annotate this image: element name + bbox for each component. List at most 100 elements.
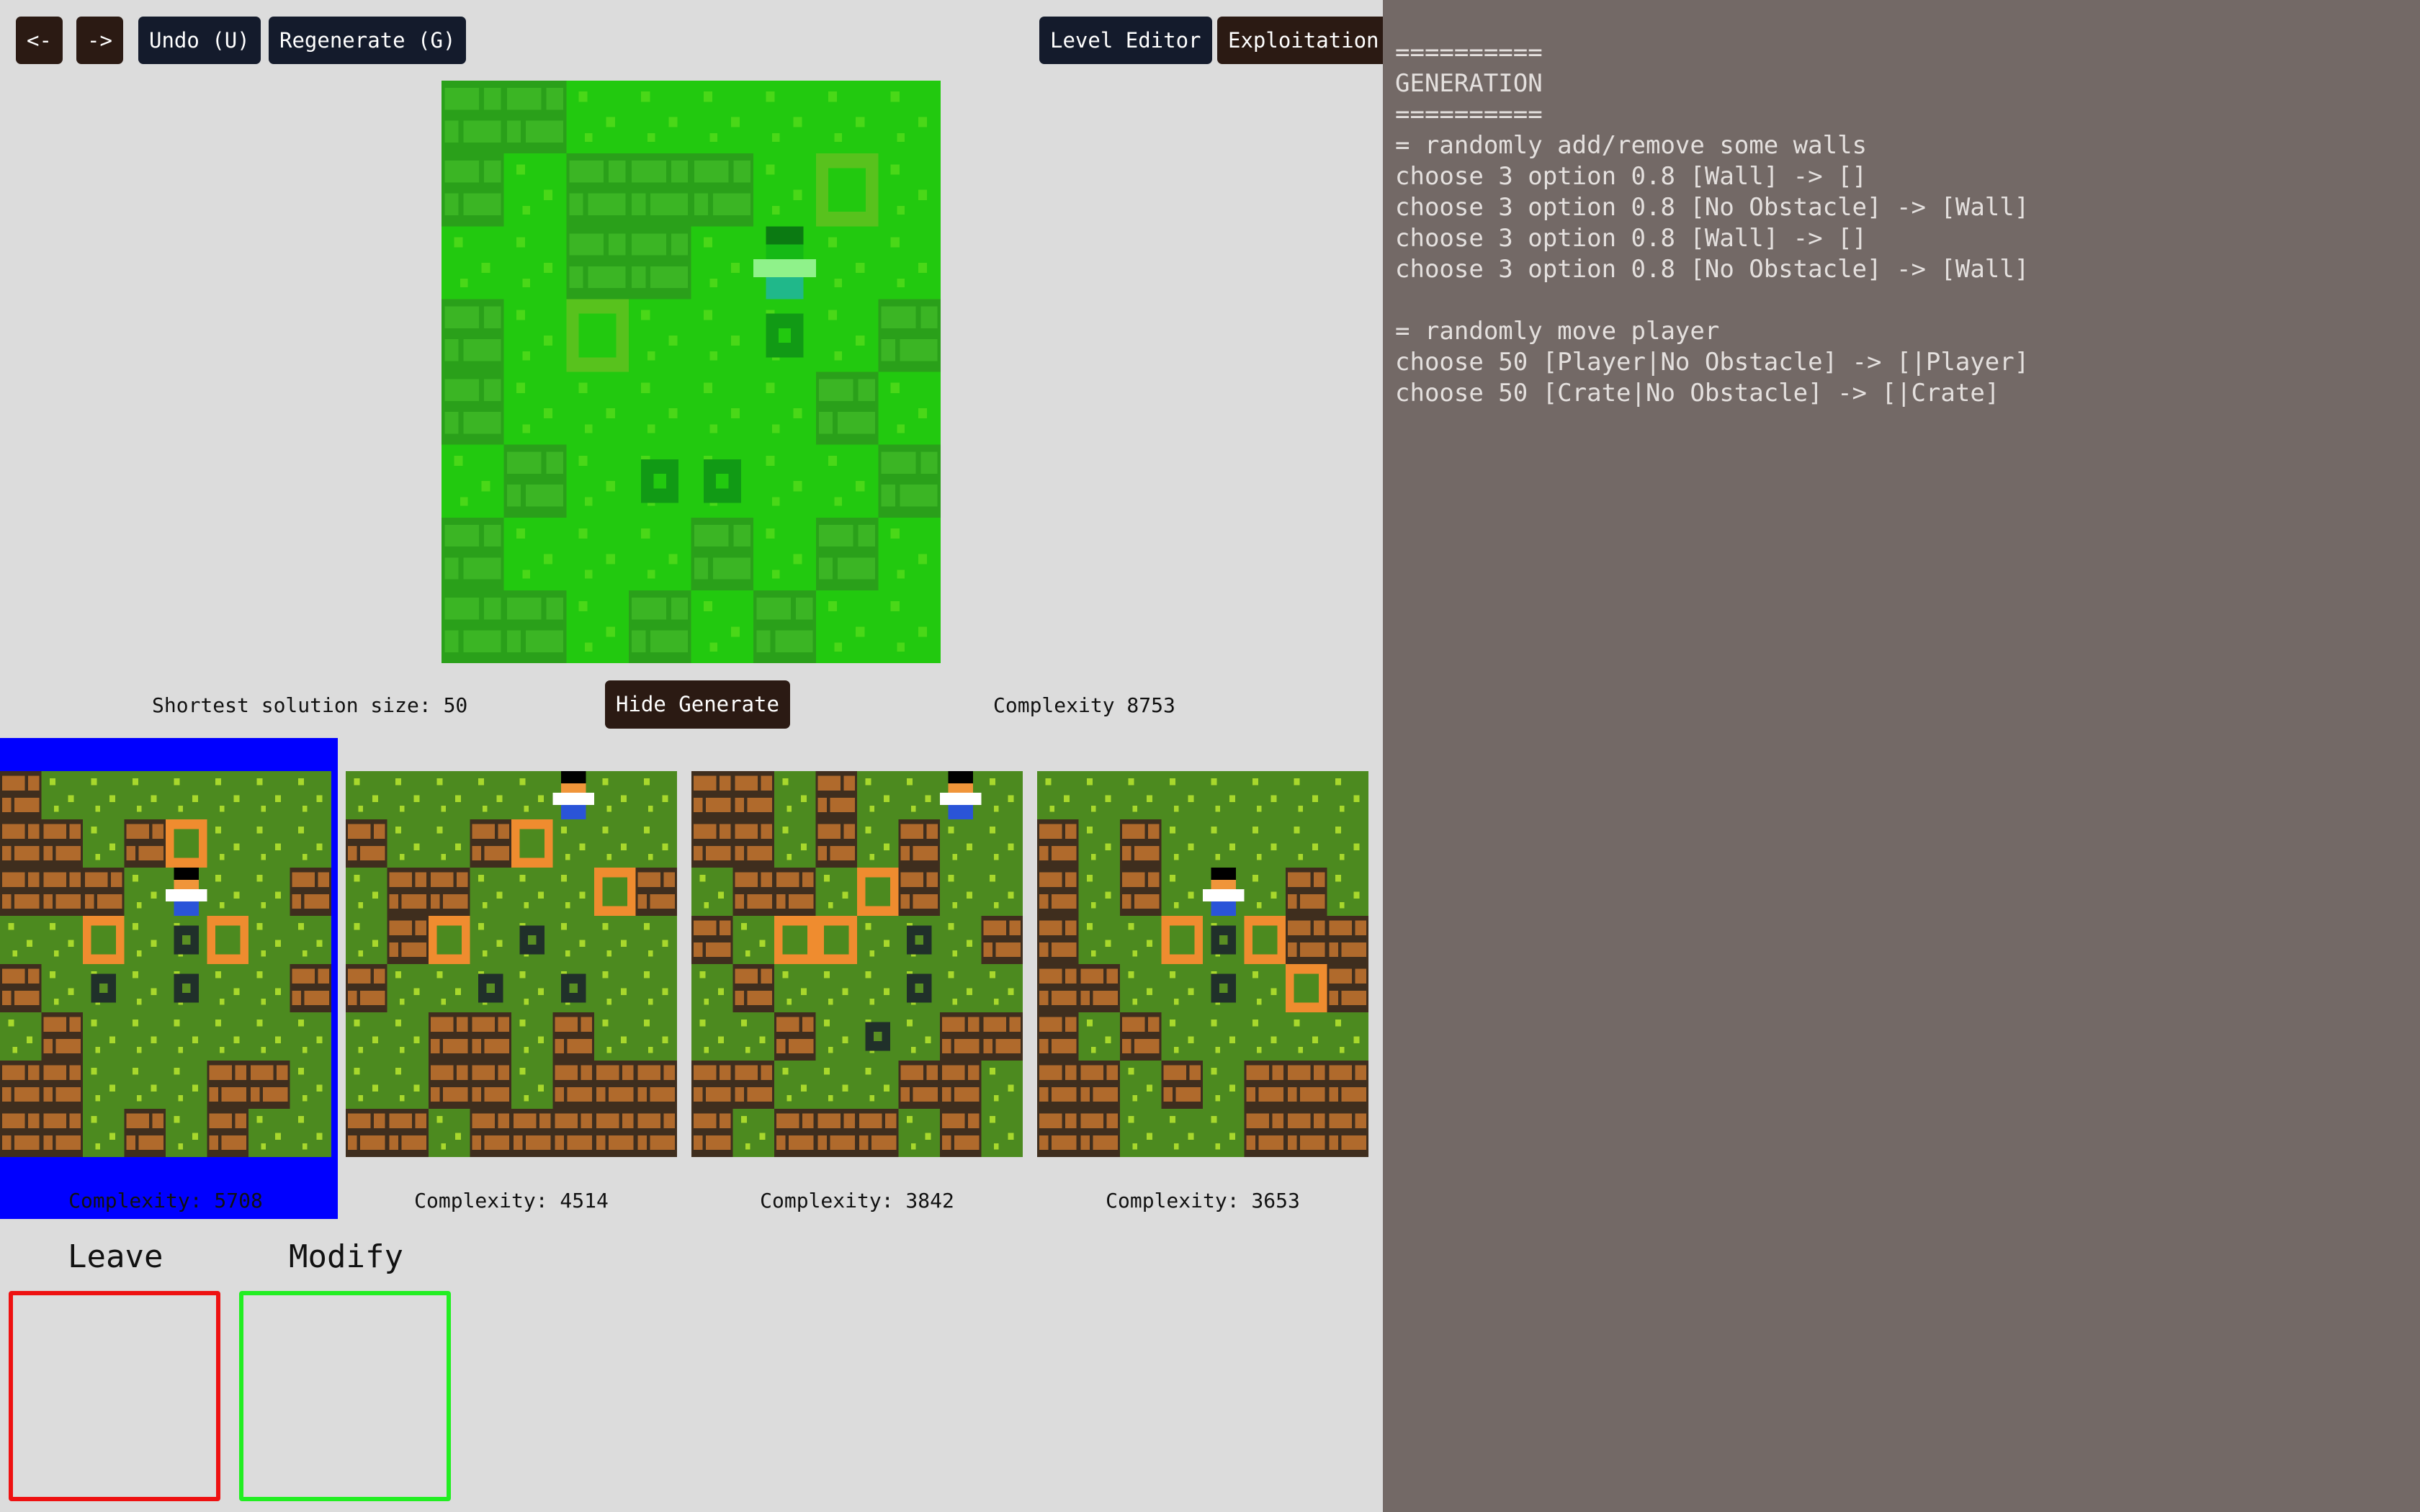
floor-tile xyxy=(691,590,754,663)
floor-tile xyxy=(878,153,941,227)
floor-tile xyxy=(981,819,1023,868)
wall-tile xyxy=(691,771,733,819)
candidate-level-3-board xyxy=(691,771,1023,1157)
wall-tile xyxy=(815,771,857,819)
wall-tile xyxy=(503,444,567,518)
floor-tile xyxy=(815,81,879,154)
wall-tile xyxy=(635,1109,677,1157)
wall-tile xyxy=(1078,964,1120,1012)
wall-tile xyxy=(878,444,941,518)
log-line: = randomly add/remove some walls xyxy=(1395,131,1868,160)
candidate-level-2[interactable] xyxy=(346,771,677,1157)
wall-tile xyxy=(1244,1061,1286,1109)
floor-tile xyxy=(566,81,629,154)
floor-tile xyxy=(207,819,248,868)
floor-tile xyxy=(753,81,816,154)
floor-tile xyxy=(1203,1109,1245,1157)
log-line: choose 3 option 0.8 [Wall] -> [] xyxy=(1395,224,1868,253)
floor-tile xyxy=(290,1012,331,1061)
wall-tile xyxy=(41,868,83,916)
regenerate-button[interactable]: Regenerate (G) xyxy=(269,17,467,64)
wall-tile xyxy=(732,771,774,819)
wall-tile xyxy=(594,1109,636,1157)
floor-tile xyxy=(1120,1109,1162,1157)
crate-target xyxy=(478,973,503,1003)
floor-tile xyxy=(429,819,470,868)
floor-tile xyxy=(857,916,899,964)
exploitation-button[interactable]: Exploitation xyxy=(1217,17,1390,64)
floor-tile xyxy=(1161,964,1203,1012)
wall-tile xyxy=(635,868,677,916)
log-line: ========== xyxy=(1395,100,1543,129)
wall-tile xyxy=(552,1012,594,1061)
candidate-level-4[interactable] xyxy=(1037,771,1368,1157)
floor-tile xyxy=(940,964,982,1012)
wall-tile xyxy=(41,1109,83,1157)
floor-tile xyxy=(628,372,691,445)
floor-tile xyxy=(1078,916,1120,964)
candidate-level-4-board xyxy=(1037,771,1368,1157)
wall-tile xyxy=(552,1109,594,1157)
floor-tile xyxy=(940,819,982,868)
back-button[interactable]: <- xyxy=(16,17,63,64)
floor-tile xyxy=(387,819,429,868)
floor-tile xyxy=(878,590,941,663)
floor-tile xyxy=(442,444,504,518)
wall-tile xyxy=(1037,1061,1079,1109)
modify-drop-zone[interactable] xyxy=(239,1291,451,1501)
wall-tile xyxy=(442,299,504,372)
floor-tile xyxy=(566,517,629,590)
undo-button[interactable]: Undo (U) xyxy=(138,17,261,64)
level-editor-button[interactable]: Level Editor xyxy=(1039,17,1212,64)
shortest-solution-text: Shortest solution size: 50 xyxy=(152,693,468,717)
crate xyxy=(207,916,248,964)
floor-tile xyxy=(166,1109,207,1157)
wall-tile xyxy=(387,1109,429,1157)
floor-tile xyxy=(248,819,290,868)
wall-tile xyxy=(429,868,470,916)
floor-tile xyxy=(1161,1012,1203,1061)
wall-tile xyxy=(628,226,691,300)
floor-tile xyxy=(566,590,629,663)
floor-tile xyxy=(815,964,857,1012)
leave-label: Leave xyxy=(68,1238,163,1275)
floor-tile xyxy=(248,964,290,1012)
forward-button[interactable]: -> xyxy=(76,17,123,64)
floor-tile xyxy=(1244,819,1286,868)
floor-tile xyxy=(124,868,166,916)
wall-tile xyxy=(815,517,879,590)
wall-tile xyxy=(1037,819,1079,868)
floor-tile xyxy=(1078,868,1120,916)
wall-tile xyxy=(1037,1012,1079,1061)
floor-tile xyxy=(83,819,125,868)
wall-tile xyxy=(124,819,166,868)
wall-tile xyxy=(566,226,629,300)
floor-tile xyxy=(207,868,248,916)
wall-tile xyxy=(1037,868,1079,916)
candidate-level-3[interactable] xyxy=(691,771,1023,1157)
crate-target xyxy=(174,925,199,955)
floor-tile xyxy=(552,916,594,964)
wall-tile xyxy=(628,590,691,663)
floor-tile xyxy=(503,517,567,590)
floor-tile xyxy=(1120,1061,1162,1109)
crate xyxy=(774,916,816,964)
crate xyxy=(594,868,636,916)
leave-drop-zone[interactable] xyxy=(9,1291,220,1501)
wall-tile xyxy=(1244,1109,1286,1157)
wall-tile xyxy=(552,1061,594,1109)
floor-tile xyxy=(346,868,387,916)
floor-tile xyxy=(83,1061,125,1109)
floor-tile xyxy=(857,819,899,868)
hide-generate-button[interactable]: Hide Generate xyxy=(605,680,790,729)
log-line: GENERATION xyxy=(1395,69,1543,98)
floor-tile xyxy=(1286,771,1327,819)
floor-tile xyxy=(470,916,511,964)
floor-tile xyxy=(290,1061,331,1109)
floor-tile xyxy=(815,1061,857,1109)
candidate-level-1[interactable] xyxy=(0,771,331,1157)
floor-tile xyxy=(1161,819,1203,868)
wall-tile xyxy=(628,153,691,227)
wall-tile xyxy=(691,1109,733,1157)
floor-tile xyxy=(511,1012,553,1061)
